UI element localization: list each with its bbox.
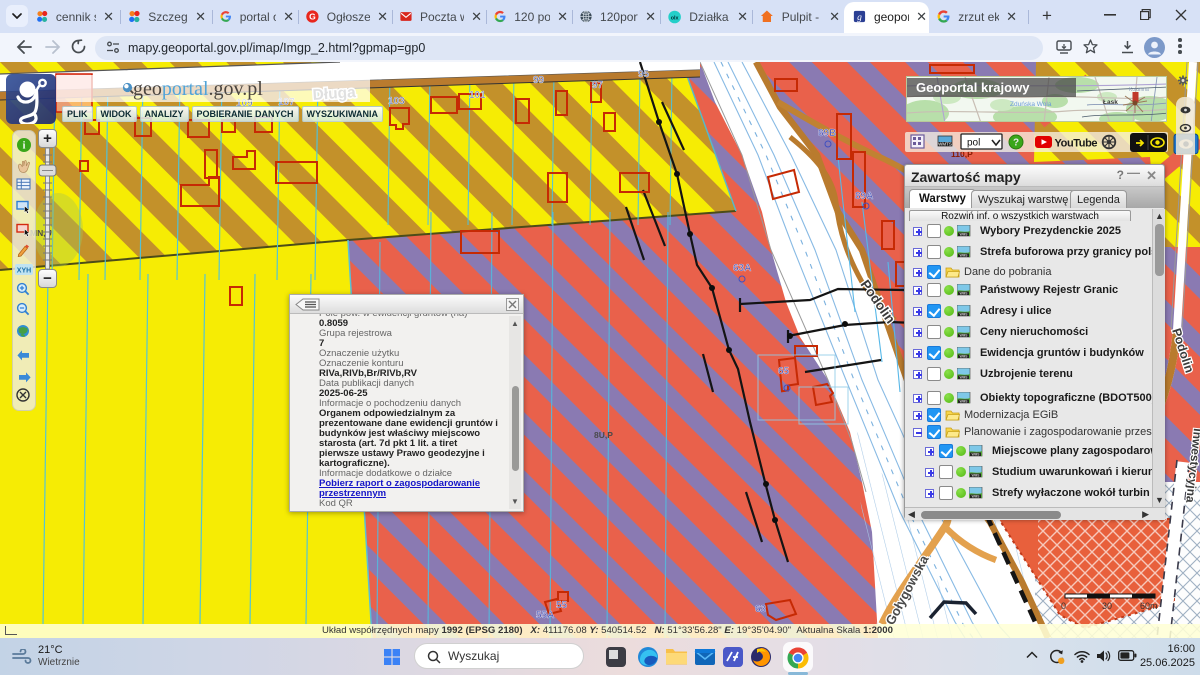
svg-text:Geoportal krajowy: Geoportal krajowy bbox=[916, 80, 1030, 95]
svg-text:30: 30 bbox=[1102, 601, 1112, 611]
svg-text:101: 101 bbox=[469, 90, 486, 101]
svg-text:99: 99 bbox=[533, 75, 545, 86]
svg-text:63A: 63A bbox=[733, 263, 751, 274]
svg-text:i: i bbox=[23, 141, 26, 152]
svg-text:g: g bbox=[857, 13, 862, 23]
svg-text:G: G bbox=[309, 12, 316, 22]
svg-text:0: 0 bbox=[1061, 601, 1066, 611]
svg-text:Kolumna: Kolumna bbox=[1129, 87, 1149, 93]
svg-text:WMS: WMS bbox=[960, 313, 968, 317]
svg-text:60m: 60m bbox=[1140, 601, 1158, 611]
svg-text:olx: olx bbox=[671, 15, 679, 21]
svg-text:95: 95 bbox=[638, 69, 650, 80]
svg-text:63: 63 bbox=[755, 604, 767, 615]
svg-text:?: ? bbox=[1013, 138, 1019, 149]
svg-text:WMS: WMS bbox=[972, 495, 980, 499]
svg-text:WMS: WMS bbox=[960, 376, 968, 380]
svg-text:WMTS: WMTS bbox=[938, 142, 952, 147]
svg-text:97: 97 bbox=[592, 80, 604, 91]
svg-text:WMS: WMS bbox=[960, 233, 968, 237]
svg-text:Łask: Łask bbox=[1103, 99, 1118, 106]
svg-text:55A: 55A bbox=[536, 610, 554, 621]
svg-text:WMS: WMS bbox=[960, 292, 968, 296]
svg-text:XYH: XYH bbox=[17, 268, 31, 275]
svg-text:65: 65 bbox=[778, 366, 790, 377]
svg-text:89A: 89A bbox=[855, 191, 873, 202]
svg-text:YouTube: YouTube bbox=[1055, 138, 1098, 150]
svg-text:WMS: WMS bbox=[960, 400, 968, 404]
svg-text:55: 55 bbox=[556, 600, 568, 611]
svg-text:8U,P: 8U,P bbox=[594, 430, 613, 440]
svg-text:pol: pol bbox=[967, 138, 980, 149]
svg-text:Zduńska Wola: Zduńska Wola bbox=[1010, 101, 1052, 108]
svg-text:WMS: WMS bbox=[972, 474, 980, 478]
svg-text:WMS: WMS bbox=[960, 355, 968, 359]
svg-text:WMS: WMS bbox=[960, 254, 968, 258]
svg-text:WMS: WMS bbox=[972, 453, 980, 457]
svg-text:WMS: WMS bbox=[960, 334, 968, 338]
svg-text:103: 103 bbox=[388, 96, 405, 107]
svg-text:89B: 89B bbox=[818, 128, 836, 139]
